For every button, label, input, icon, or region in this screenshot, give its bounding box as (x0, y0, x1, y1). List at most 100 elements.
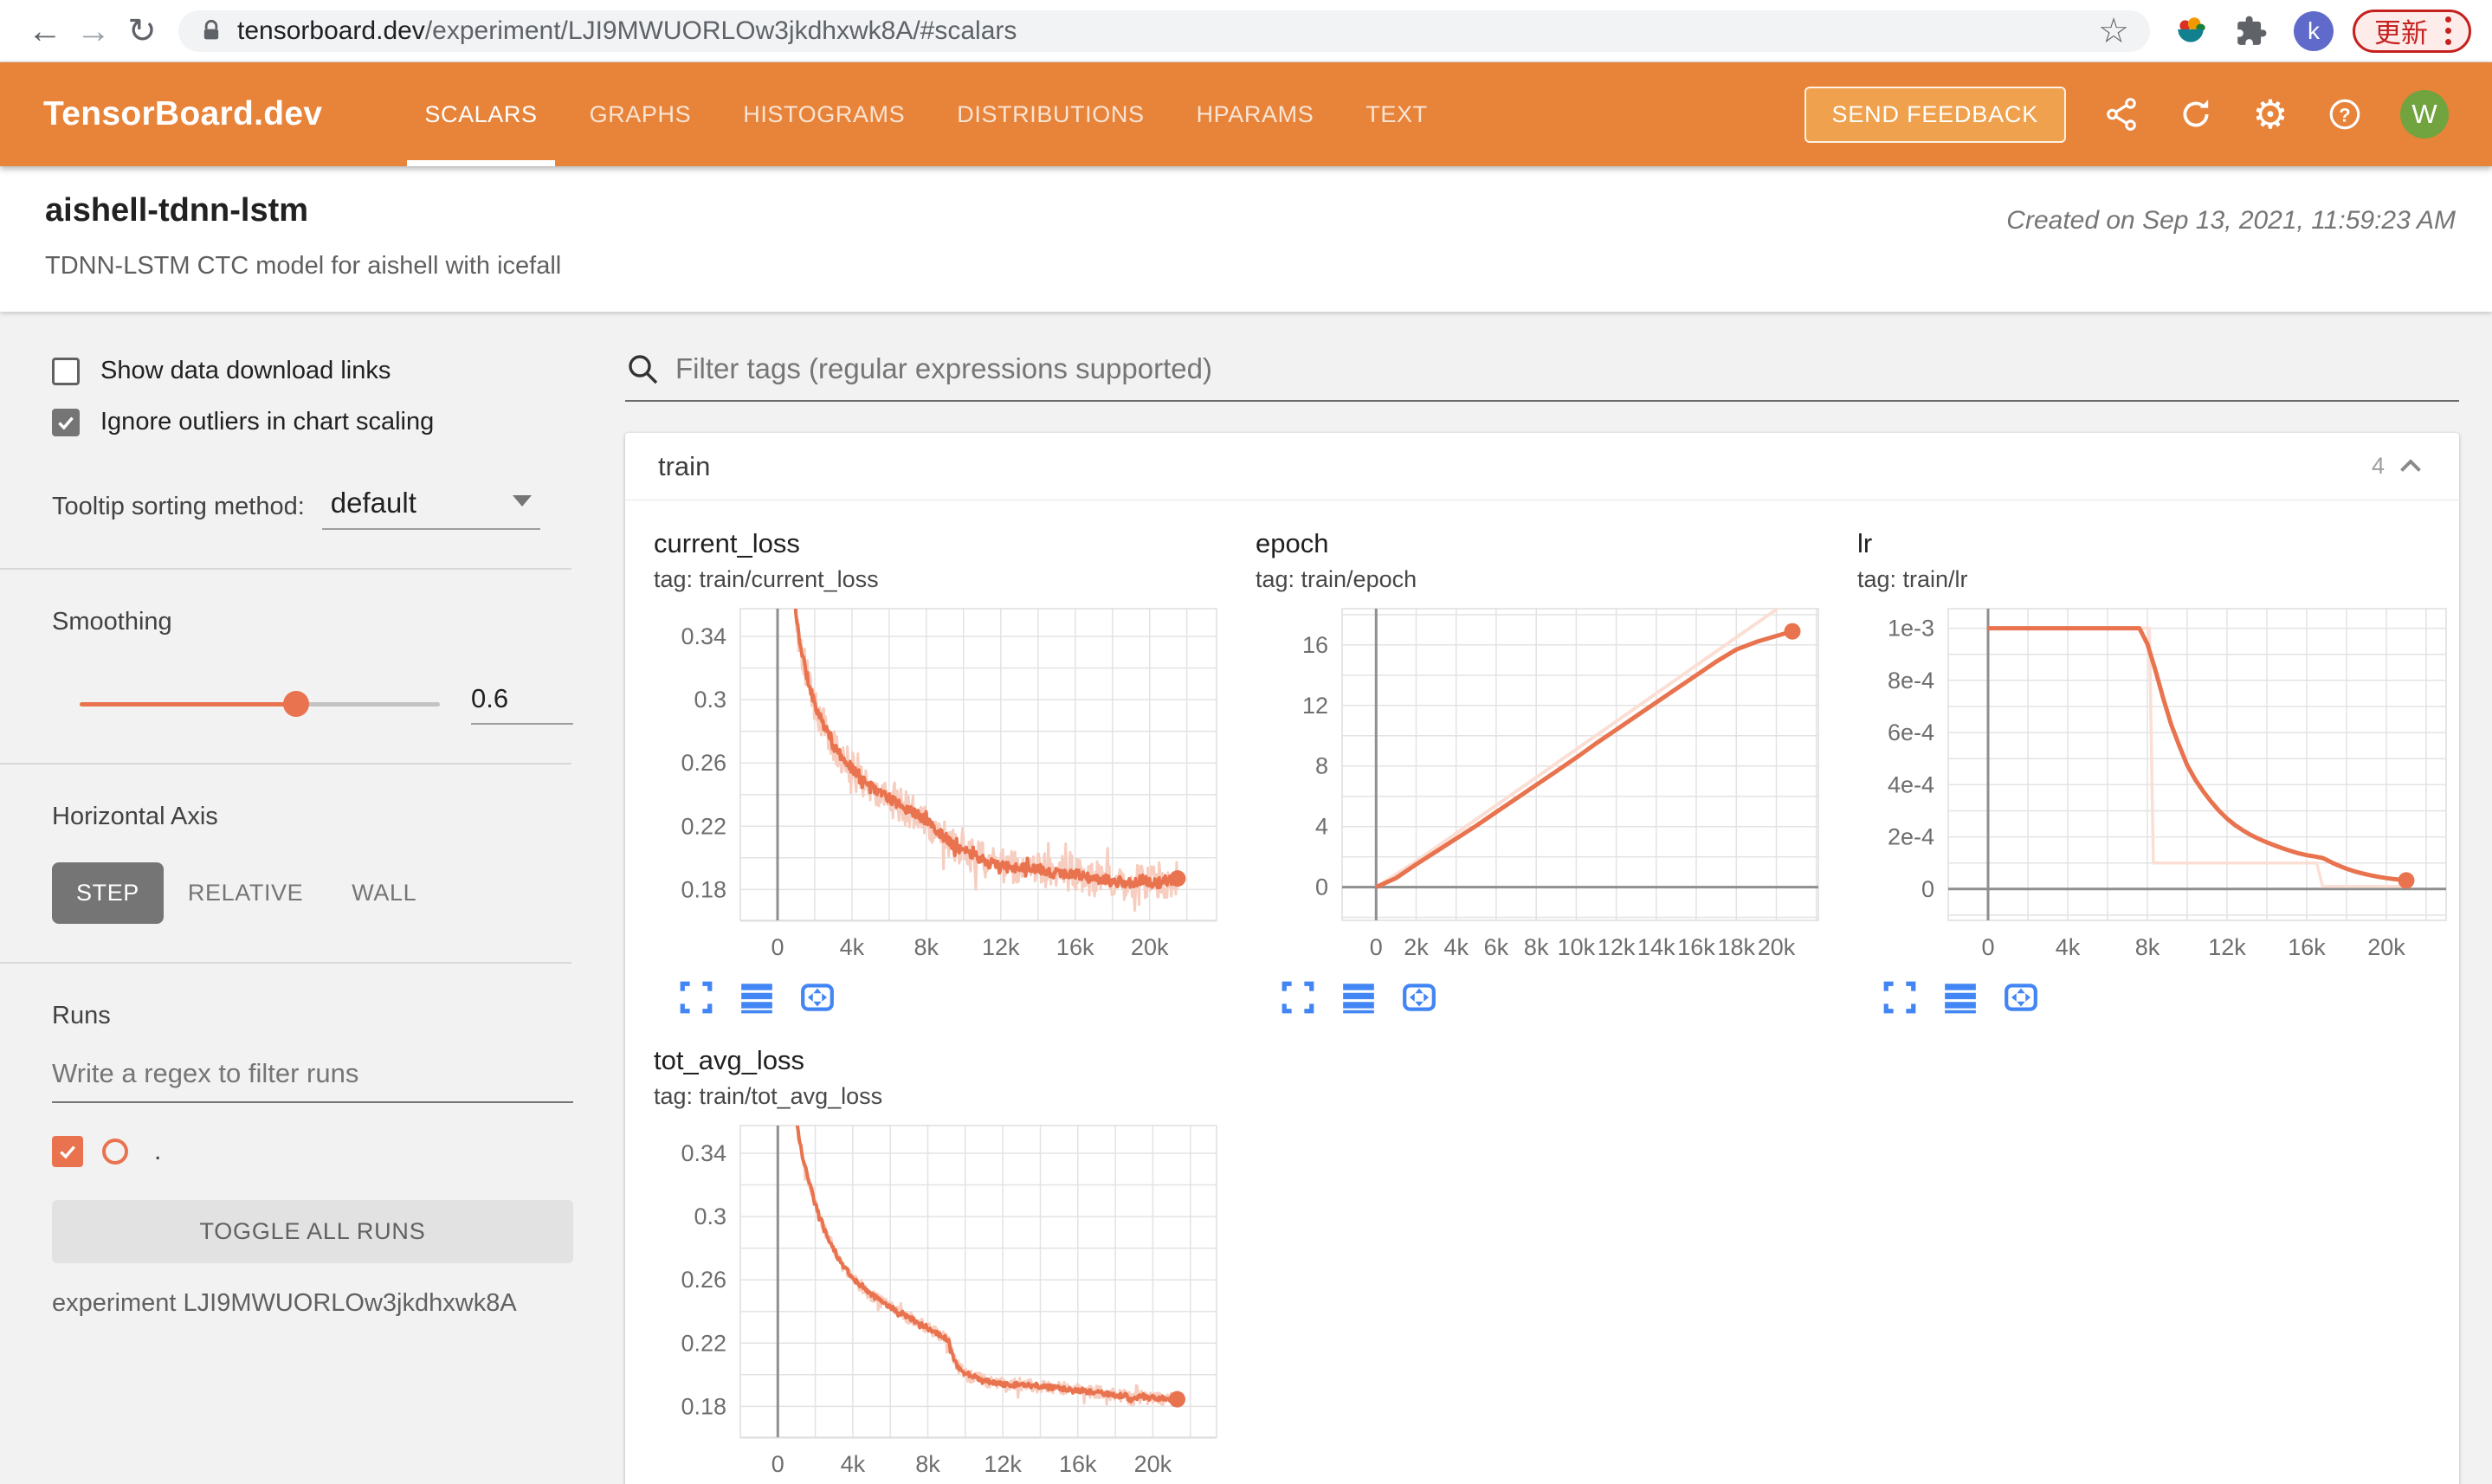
forward-icon[interactable]: → (69, 0, 118, 62)
chart-tot_avg_loss: tot_avg_loss tag: train/tot_avg_loss 0 4k 8… (654, 1045, 1225, 1484)
svg-text:0.18: 0.18 (681, 876, 726, 902)
settings-gear-icon[interactable]: ⚙ (2251, 94, 2289, 134)
run-checkbox[interactable] (52, 1136, 83, 1167)
chart-title: epoch (1256, 528, 1329, 558)
tab-scalars[interactable]: SCALARS (398, 62, 563, 166)
svg-text:20k: 20k (1131, 934, 1169, 960)
chart-tag: tag: train/tot_avg_loss (654, 1083, 883, 1109)
svg-text:2k: 2k (1404, 934, 1429, 960)
svg-text:20k: 20k (1758, 934, 1796, 960)
show-download-links-checkbox[interactable] (52, 357, 80, 385)
svg-text:0.3: 0.3 (694, 1203, 726, 1229)
show-download-links-label: Show data download links (100, 357, 391, 384)
search-icon (629, 355, 658, 384)
svg-text:1e-3: 1e-3 (1888, 616, 1934, 642)
svg-text:16k: 16k (1677, 934, 1715, 960)
svg-text:20k: 20k (2367, 934, 2405, 960)
browser-profile-avatar[interactable]: k (2294, 10, 2334, 51)
svg-text:8k: 8k (2135, 934, 2160, 960)
user-avatar[interactable]: W (2400, 90, 2449, 139)
browser-update-button[interactable]: 更新 (2353, 9, 2471, 53)
bookmark-star-icon[interactable]: ☆ (2098, 14, 2129, 48)
data-table-icon[interactable] (739, 979, 775, 1016)
ignore-outliers-row[interactable]: Ignore outliers in chart scaling (52, 408, 573, 436)
tag-filter-input[interactable] (675, 352, 2459, 385)
show-download-links-row[interactable]: Show data download links (52, 357, 573, 385)
fit-domain-icon[interactable] (2003, 979, 2039, 1016)
chart-epoch: epoch tag: train/epoch 0 2k 4k 6k 8k 10k 12k 14k… (1256, 528, 1827, 1016)
svg-text:4k: 4k (2056, 934, 2081, 960)
chart-title: tot_avg_loss (654, 1045, 805, 1075)
tooltip-sorting-select[interactable]: default (321, 487, 540, 530)
refresh-icon[interactable] (2177, 95, 2215, 133)
run-color-swatch (102, 1139, 128, 1165)
runs-filter-input[interactable] (52, 1058, 573, 1103)
data-table-icon[interactable] (1942, 979, 1979, 1016)
help-icon[interactable]: ? (2326, 95, 2364, 133)
axis-wall-button[interactable]: WALL (327, 862, 441, 924)
svg-text:0: 0 (1921, 876, 1934, 902)
smoothing-slider[interactable] (80, 690, 440, 717)
chart-title: current_loss (654, 528, 800, 558)
browser-menu-icon[interactable] (2442, 13, 2455, 48)
chart-plot-epoch[interactable]: 0 2k 4k 6k 8k 10k 12k 14k 16k 18k 20k 0 4 8 12 16 (1256, 603, 1827, 964)
chart-lr: lr tag: train/lr 0 4k 8k 12k 16k 20k 1e-3 8e-4 6e… (1857, 528, 2455, 1016)
ignore-outliers-label: Ignore outliers in chart scaling (100, 408, 435, 436)
fit-domain-icon[interactable] (799, 979, 836, 1016)
train-section-header[interactable]: train 4 (625, 433, 2459, 500)
tab-histograms[interactable]: HISTOGRAMS (717, 62, 931, 166)
toggle-all-runs-button[interactable]: TOGGLE ALL RUNS (52, 1200, 573, 1263)
svg-text:0.22: 0.22 (681, 813, 726, 839)
svg-text:20k: 20k (1134, 1451, 1172, 1477)
smoothing-value-input[interactable] (471, 683, 573, 725)
tab-text[interactable]: TEXT (1340, 62, 1453, 166)
chart-plot-lr[interactable]: 0 4k 8k 12k 16k 20k 1e-3 8e-4 6e-4 4e-4 2e-4 0 (1857, 603, 2455, 964)
svg-text:14k: 14k (1637, 934, 1675, 960)
svg-text:8k: 8k (915, 1451, 940, 1477)
section-title: train (658, 450, 711, 481)
svg-text:4k: 4k (1443, 934, 1469, 960)
fullscreen-icon[interactable] (1882, 979, 1918, 1016)
extensions-puzzle-icon[interactable] (2235, 15, 2268, 48)
divider (0, 763, 571, 765)
divider (0, 962, 571, 964)
svg-text:16k: 16k (2288, 934, 2326, 960)
chart-toolbar (678, 979, 1225, 1016)
scalars-main: train 4 current_loss tag: train/current_l… (625, 312, 2492, 1484)
chart-tag: tag: train/current_loss (654, 566, 879, 592)
svg-text:12k: 12k (1598, 934, 1636, 960)
svg-text:18k: 18k (1718, 934, 1756, 960)
axis-relative-button[interactable]: RELATIVE (164, 862, 327, 924)
data-table-icon[interactable] (1340, 979, 1377, 1016)
tab-graphs[interactable]: GRAPHS (564, 62, 718, 166)
tab-hparams[interactable]: HPARAMS (1171, 62, 1340, 166)
settings-sidebar: Show data download links Ignore outliers… (0, 312, 625, 1484)
fullscreen-icon[interactable] (678, 979, 714, 1016)
reload-icon[interactable]: ↻ (118, 0, 166, 62)
tag-filter-row[interactable] (625, 352, 2459, 402)
svg-text:6e-4: 6e-4 (1888, 719, 1934, 745)
chart-title: lr (1857, 528, 1873, 558)
train-section-card: train 4 current_loss tag: train/current_l… (625, 433, 2459, 1484)
ignore-outliers-checkbox[interactable] (52, 408, 80, 436)
smoothing-slider-thumb[interactable] (282, 690, 309, 717)
svg-text:0.34: 0.34 (681, 623, 726, 649)
share-icon[interactable] (2102, 95, 2140, 133)
back-icon[interactable]: ← (21, 0, 69, 62)
fit-domain-icon[interactable] (1401, 979, 1437, 1016)
send-feedback-button[interactable]: SEND FEEDBACK (1804, 86, 2066, 143)
tab-distributions[interactable]: DISTRIBUTIONS (931, 62, 1170, 166)
run-row[interactable]: . (52, 1136, 573, 1167)
extension-bowl-icon[interactable] (2172, 13, 2209, 49)
axis-step-button[interactable]: STEP (52, 862, 164, 924)
experiment-created-date: Created on Sep 13, 2021, 11:59:23 AM (2006, 206, 2456, 235)
fullscreen-icon[interactable] (1280, 979, 1316, 1016)
svg-text:2e-4: 2e-4 (1888, 824, 1934, 850)
chart-plot-current_loss[interactable]: 0 4k 8k 12k 16k 20k 0.18 0.22 0.26 0.3 0.34 (654, 603, 1225, 964)
chart-plot-tot_avg_loss[interactable]: 0 4k 8k 12k 16k 20k 0.18 0.22 0.26 0.3 0.34 (654, 1120, 1225, 1481)
experiment-id-line: experiment LJI9MWUORLOw3jkdhxwk8A (52, 1289, 517, 1317)
chart-toolbar (1280, 979, 1827, 1016)
svg-text:0.26: 0.26 (681, 750, 726, 776)
chevron-up-icon[interactable] (2395, 451, 2426, 482)
url-bar[interactable]: tensorboard.dev/experiment/LJI9MWUORLOw3… (178, 10, 2150, 52)
